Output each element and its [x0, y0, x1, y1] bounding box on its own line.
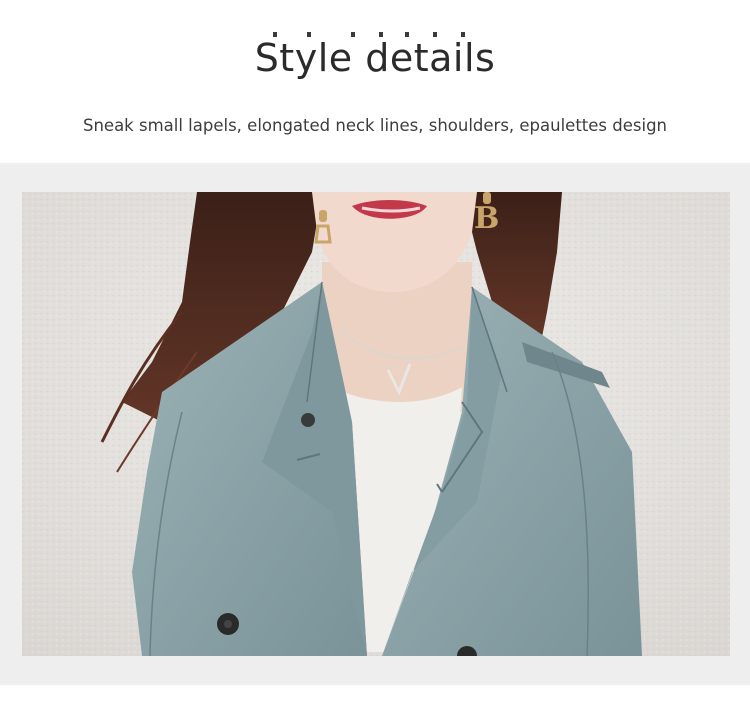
page-title-text: Style details	[254, 36, 496, 80]
product-detail-page: Style details Sneak small lapels, elonga…	[0, 0, 750, 727]
page-subtitle: Sneak small lapels, elongated neck lines…	[82, 116, 668, 135]
svg-text:B: B	[474, 201, 499, 236]
model-trench-coat-photo: B	[22, 192, 730, 656]
product-photo: B	[22, 192, 730, 656]
heading-section: Style details	[0, 30, 750, 86]
page-title: Style details	[255, 30, 496, 86]
